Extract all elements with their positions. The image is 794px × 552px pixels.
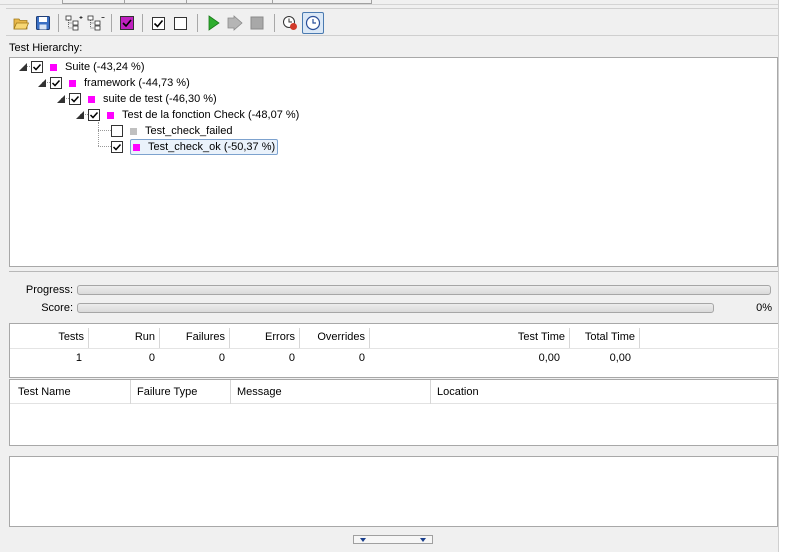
splitter[interactable]	[9, 271, 778, 272]
down-arrow-icon	[420, 537, 426, 542]
tree-node-test-check-ok[interactable]: Test_check_ok (-50,37 %)	[111, 139, 279, 155]
check-failed-icon[interactable]	[116, 12, 138, 34]
tree-node-test-fonction-check[interactable]: Test de la fonction Check (-48,07 %)	[76, 107, 299, 123]
node-checkbox[interactable]	[50, 77, 62, 89]
tree-node-suite[interactable]: Suite (-43,24 %)	[19, 59, 144, 75]
column-message[interactable]: Message	[237, 386, 282, 398]
toolbar	[6, 8, 778, 36]
node-checkbox[interactable]	[111, 125, 123, 137]
uncheck-all-icon[interactable]	[169, 12, 191, 34]
status-square	[88, 95, 95, 103]
value-errors: 0	[288, 352, 295, 364]
run-selected-icon[interactable]	[224, 12, 246, 34]
expand-triangle-icon[interactable]	[19, 63, 27, 71]
header-failures: Failures	[185, 331, 225, 343]
stats-grid: Tests Run Failures Errors Overrides Test…	[9, 323, 779, 378]
stop-icon[interactable]	[246, 12, 268, 34]
status-square	[50, 63, 57, 71]
collapse-all-icon[interactable]	[85, 12, 107, 34]
node-checkbox[interactable]	[31, 61, 43, 73]
panel-splitter-handle[interactable]	[353, 535, 433, 544]
score-label: Score:	[41, 302, 73, 314]
node-label: framework (-44,73 %)	[84, 77, 190, 89]
failures-list[interactable]: Test Name Failure Type Message Location	[9, 379, 778, 446]
divider	[0, 4, 794, 5]
value-failures: 0	[218, 352, 225, 364]
expand-triangle-icon[interactable]	[76, 111, 84, 119]
expand-all-icon[interactable]	[63, 12, 85, 34]
status-square	[130, 127, 137, 135]
value-test-time: 0,00	[538, 352, 560, 364]
status-square	[69, 79, 76, 87]
value-tests: 1	[75, 352, 82, 364]
score-bar	[77, 303, 714, 313]
expand-triangle-icon[interactable]	[38, 79, 46, 87]
reload-icon[interactable]	[279, 12, 301, 34]
header-run: Run	[134, 331, 155, 343]
tree-node-suite-de-test[interactable]: suite de test (-46,30 %)	[57, 91, 217, 107]
node-checkbox[interactable]	[111, 141, 123, 153]
value-total-time: 0,00	[609, 352, 631, 364]
test-hierarchy-tree[interactable]: Suite (-43,24 %) framework (-44,73 %) su…	[9, 57, 778, 267]
node-label: Test de la fonction Check (-48,07 %)	[122, 109, 300, 121]
node-label: Test_check_failed	[145, 125, 233, 137]
header-total-time: Total Time	[584, 331, 635, 343]
value-run: 0	[148, 352, 155, 364]
expand-triangle-icon[interactable]	[57, 95, 65, 103]
column-location[interactable]: Location	[437, 386, 479, 398]
node-label: suite de test (-46,30 %)	[103, 93, 217, 105]
selected-node-highlight[interactable]: Test_check_ok (-50,37 %)	[130, 139, 279, 155]
message-panel[interactable]	[9, 456, 778, 527]
tree-node-framework[interactable]: framework (-44,73 %)	[38, 75, 190, 91]
status-square	[133, 143, 140, 151]
column-failure-type[interactable]: Failure Type	[137, 386, 197, 398]
node-checkbox[interactable]	[69, 93, 81, 105]
open-icon[interactable]	[10, 12, 32, 34]
save-icon[interactable]	[32, 12, 54, 34]
check-all-icon[interactable]	[147, 12, 169, 34]
column-test-name[interactable]: Test Name	[18, 386, 71, 398]
window-edge	[778, 0, 794, 552]
header-errors: Errors	[265, 331, 295, 343]
header-overrides: Overrides	[317, 331, 365, 343]
node-checkbox[interactable]	[88, 109, 100, 121]
node-label: Suite (-43,24 %)	[65, 61, 145, 73]
tree-node-test-check-failed[interactable]: Test_check_failed	[111, 123, 232, 139]
status-square	[107, 111, 114, 119]
value-overrides: 0	[358, 352, 365, 364]
progress-label: Progress:	[25, 284, 73, 296]
header-test-time: Test Time	[517, 331, 565, 343]
node-label: Test_check_ok (-50,37 %)	[148, 141, 276, 153]
progress-bar	[77, 285, 771, 295]
failures-header: Test Name Failure Type Message Location	[10, 380, 777, 404]
timer-icon[interactable]	[302, 12, 324, 34]
header-tests: Tests	[58, 331, 84, 343]
score-value: 0%	[756, 302, 772, 314]
run-icon[interactable]	[202, 12, 224, 34]
hierarchy-label: Test Hierarchy:	[9, 42, 83, 54]
down-arrow-icon	[360, 537, 366, 542]
